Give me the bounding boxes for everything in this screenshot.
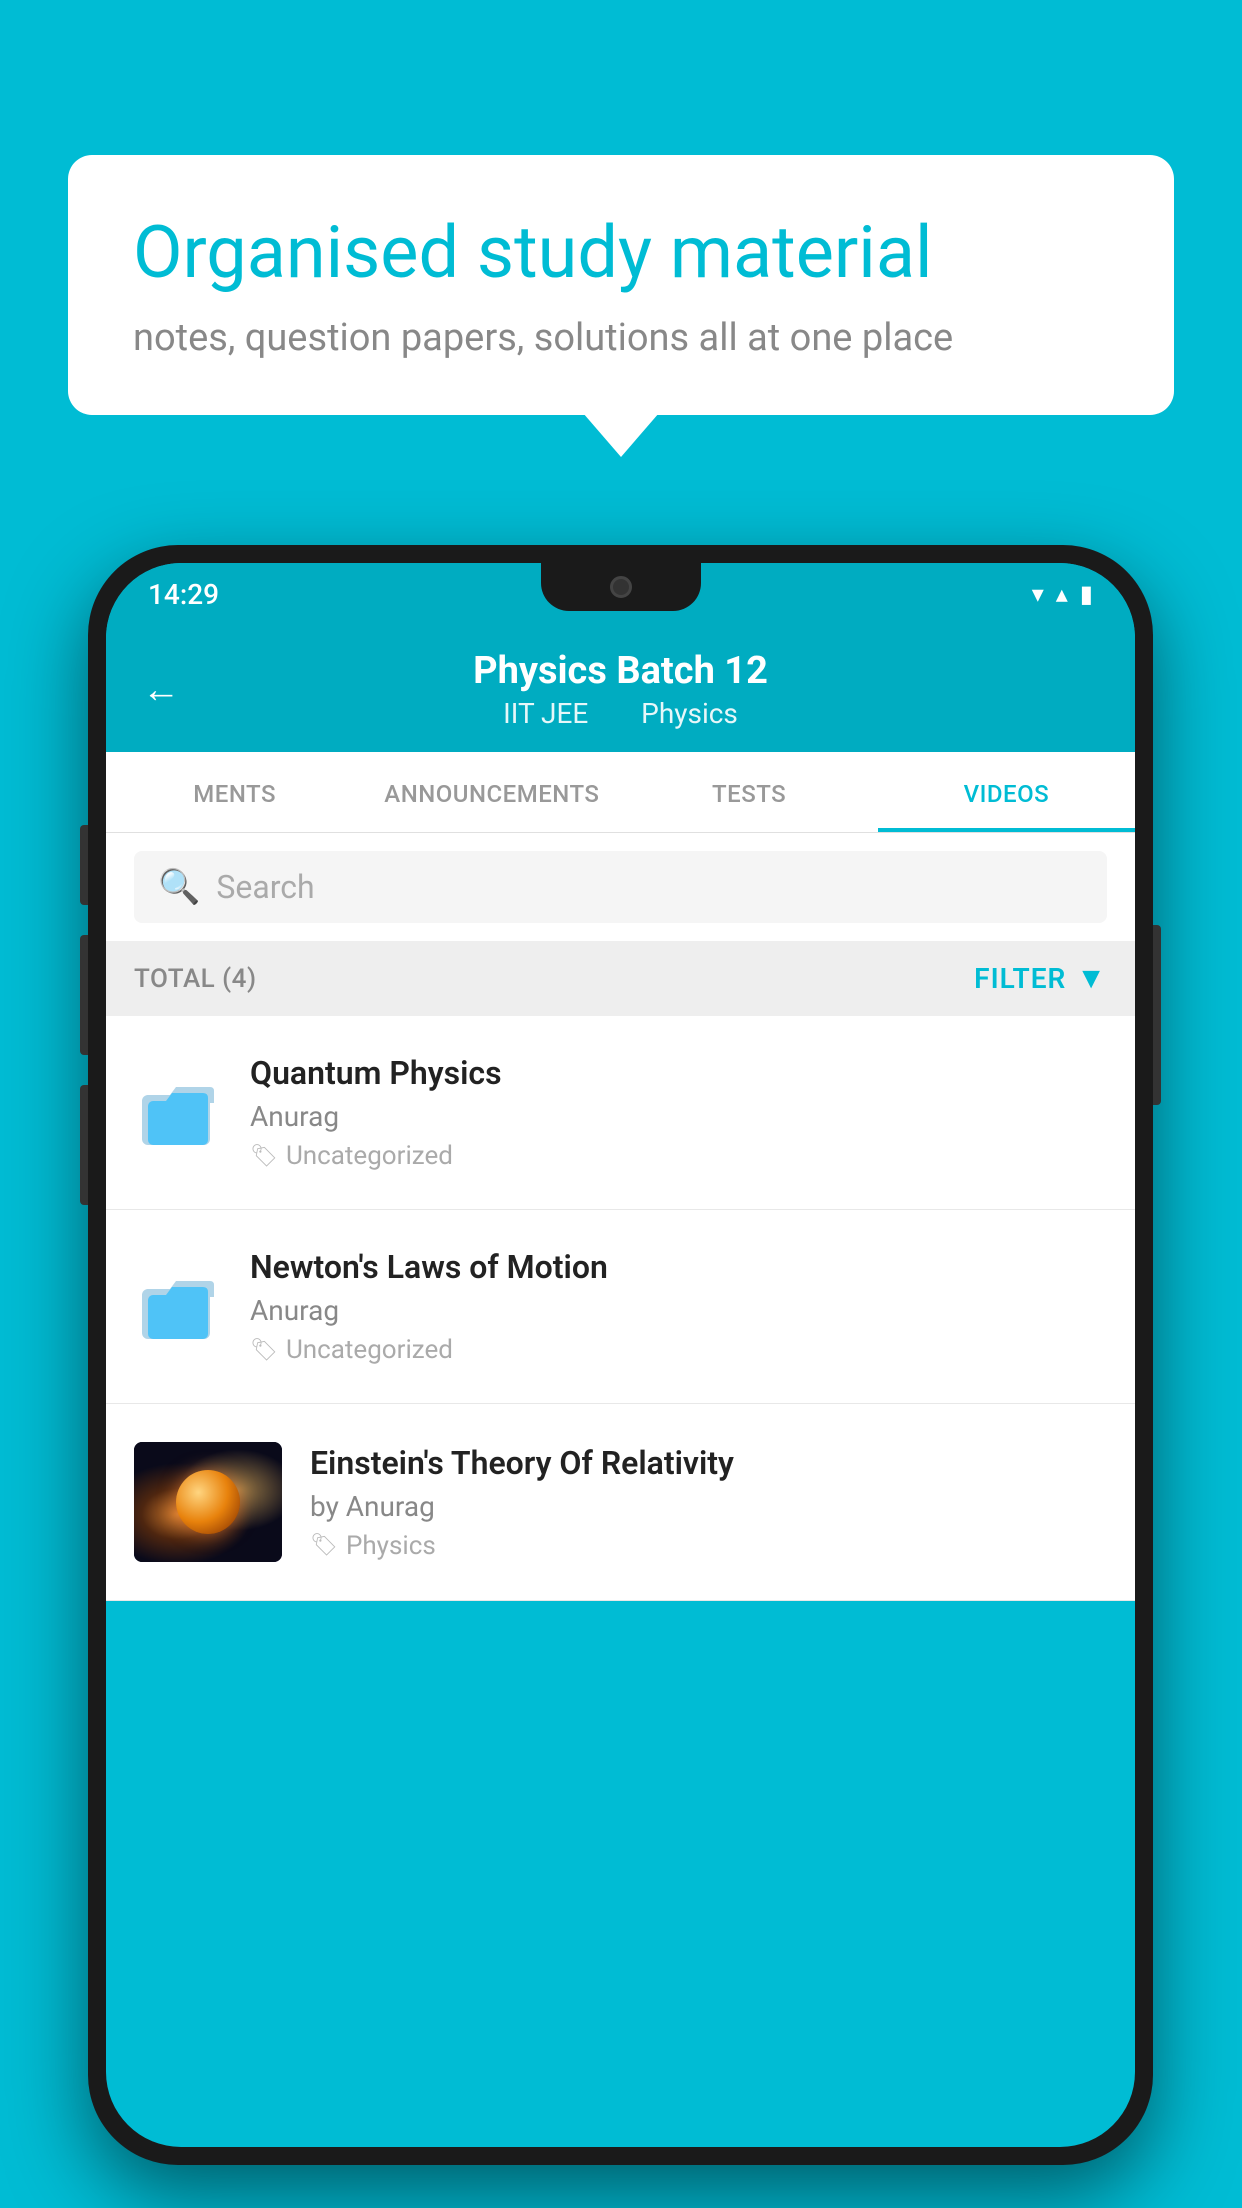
video-item-info: Einstein's Theory Of Relativity by Anura… bbox=[310, 1444, 1107, 1561]
video-item-author: Anurag bbox=[250, 1294, 1107, 1327]
tab-videos[interactable]: VIDEOS bbox=[878, 752, 1135, 832]
battery-icon: ▮ bbox=[1080, 580, 1093, 608]
phone-notch bbox=[541, 563, 701, 611]
video-item-title: Quantum Physics bbox=[250, 1054, 1107, 1092]
list-item[interactable]: Newton's Laws of Motion Anurag 🏷 Uncateg… bbox=[106, 1210, 1135, 1404]
filter-row: TOTAL (4) FILTER ▼ bbox=[106, 941, 1135, 1016]
tag-label: Uncategorized bbox=[286, 1335, 453, 1365]
video-item-title: Newton's Laws of Motion bbox=[250, 1248, 1107, 1286]
power-button bbox=[1153, 925, 1161, 1105]
list-item[interactable]: Einstein's Theory Of Relativity by Anura… bbox=[106, 1404, 1135, 1601]
signal-icon: ▴ bbox=[1056, 580, 1068, 608]
video-item-tag: 🏷 Uncategorized bbox=[250, 1141, 1107, 1171]
wifi-icon: ▾ bbox=[1032, 580, 1044, 608]
subtitle-part1: IIT JEE bbox=[503, 697, 588, 730]
total-count: TOTAL (4) bbox=[134, 964, 257, 994]
speech-bubble: Organised study material notes, question… bbox=[68, 155, 1174, 415]
video-item-info: Quantum Physics Anurag 🏷 Uncategorized bbox=[250, 1054, 1107, 1171]
silent-button bbox=[80, 1085, 88, 1205]
status-time: 14:29 bbox=[148, 578, 219, 611]
tag-icon: 🏷 bbox=[250, 1338, 278, 1363]
header-title-group: Physics Batch 12 IIT JEE Physics bbox=[473, 649, 768, 730]
video-item-author: Anurag bbox=[250, 1100, 1107, 1133]
folder-icon-wrapper bbox=[134, 1263, 222, 1351]
filter-button[interactable]: FILTER ▼ bbox=[974, 961, 1107, 996]
filter-label: FILTER bbox=[974, 962, 1066, 995]
tag-icon: 🏷 bbox=[310, 1533, 338, 1558]
tag-label: Physics bbox=[346, 1531, 436, 1561]
filter-icon: ▼ bbox=[1076, 961, 1107, 996]
speech-bubble-title: Organised study material bbox=[133, 210, 1109, 296]
video-item-tag: 🏷 Physics bbox=[310, 1531, 1107, 1561]
search-icon: 🔍 bbox=[158, 867, 200, 907]
list-item[interactable]: Quantum Physics Anurag 🏷 Uncategorized bbox=[106, 1016, 1135, 1210]
phone-body: ← Physics Batch 12 IIT JEE Physics MENTS bbox=[106, 625, 1135, 2147]
app-header: ← Physics Batch 12 IIT JEE Physics bbox=[106, 625, 1135, 752]
batch-subtitle: IIT JEE Physics bbox=[473, 697, 768, 730]
video-item-info: Newton's Laws of Motion Anurag 🏷 Uncateg… bbox=[250, 1248, 1107, 1365]
folder-icon-wrapper bbox=[134, 1069, 222, 1157]
video-item-tag: 🏷 Uncategorized bbox=[250, 1335, 1107, 1365]
batch-title: Physics Batch 12 bbox=[473, 649, 768, 693]
speech-bubble-container: Organised study material notes, question… bbox=[68, 155, 1174, 415]
tab-announcements[interactable]: ANNOUNCEMENTS bbox=[363, 752, 620, 832]
speech-bubble-subtitle: notes, question papers, solutions all at… bbox=[133, 316, 1109, 360]
search-placeholder: Search bbox=[216, 868, 314, 906]
phone-screen: 14:29 ▾ ▴ ▮ ← Physics Batch 12 IIT JEE bbox=[106, 563, 1135, 2147]
volume-down-button bbox=[80, 935, 88, 1055]
front-camera bbox=[610, 576, 632, 598]
video-thumbnail bbox=[134, 1442, 282, 1562]
folder-icon bbox=[138, 1271, 218, 1343]
thumbnail-background bbox=[134, 1442, 282, 1562]
subtitle-part2: Physics bbox=[641, 697, 738, 730]
tag-label: Uncategorized bbox=[286, 1141, 453, 1171]
status-bar: 14:29 ▾ ▴ ▮ bbox=[106, 563, 1135, 625]
tabs-container: MENTS ANNOUNCEMENTS TESTS VIDEOS bbox=[106, 752, 1135, 833]
tab-tests[interactable]: TESTS bbox=[621, 752, 878, 832]
back-button[interactable]: ← bbox=[142, 668, 180, 712]
subtitle-separator bbox=[611, 697, 625, 730]
tab-ments[interactable]: MENTS bbox=[106, 752, 363, 832]
video-item-title: Einstein's Theory Of Relativity bbox=[310, 1444, 1107, 1482]
status-icons: ▾ ▴ ▮ bbox=[1032, 580, 1093, 608]
search-bar[interactable]: 🔍 Search bbox=[134, 851, 1107, 923]
video-item-author: by Anurag bbox=[310, 1490, 1107, 1523]
video-list: Quantum Physics Anurag 🏷 Uncategorized bbox=[106, 1016, 1135, 1601]
volume-up-button bbox=[80, 825, 88, 905]
phone-device: 14:29 ▾ ▴ ▮ ← Physics Batch 12 IIT JEE bbox=[88, 545, 1153, 2165]
search-bar-container: 🔍 Search bbox=[106, 833, 1135, 941]
tag-icon: 🏷 bbox=[250, 1144, 278, 1169]
folder-icon bbox=[138, 1077, 218, 1149]
